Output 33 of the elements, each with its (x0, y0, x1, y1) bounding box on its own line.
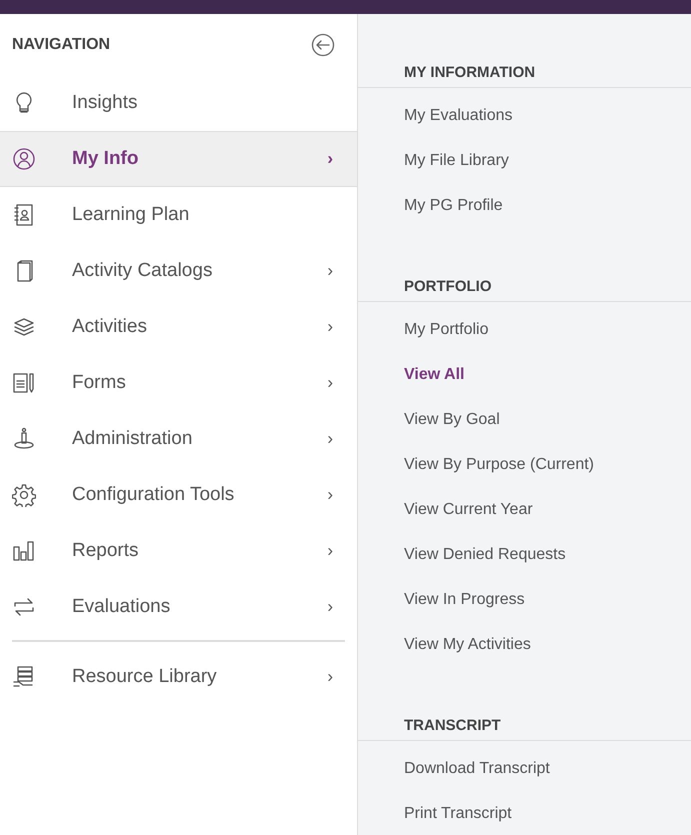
nav-heading: NAVIGATION (12, 34, 110, 54)
menu-link[interactable]: View Current Year (358, 487, 691, 532)
section-heading: PORTFOLIO (358, 272, 691, 302)
menu-link[interactable]: My File Library (358, 138, 691, 183)
chevron-icon: › (327, 370, 333, 396)
menu-link[interactable]: My Evaluations (358, 93, 691, 138)
section-heading: TRANSCRIPT (358, 711, 691, 741)
menu-link[interactable]: Download Transcript (358, 746, 691, 791)
menu-link[interactable]: View In Progress (358, 577, 691, 622)
chevron-icon: › (327, 258, 333, 284)
chevron-icon: › (327, 146, 333, 172)
form-pencil-icon (12, 371, 36, 395)
menu-link[interactable]: View All (358, 352, 691, 397)
menu-link[interactable]: Print Transcript (358, 791, 691, 835)
person-circle-icon (12, 147, 36, 171)
settings-icon (12, 483, 36, 507)
menu-link[interactable]: My PG Profile (358, 183, 691, 228)
menu-link[interactable]: View By Goal (358, 397, 691, 442)
menu-link[interactable]: My Portfolio (358, 307, 691, 352)
bar-chart-icon (12, 539, 36, 563)
collapse-button[interactable] (311, 32, 335, 56)
chevron-icon: › (327, 538, 333, 564)
menu-link[interactable]: View Denied Requests (358, 532, 691, 577)
section-heading: MY INFORMATION (358, 58, 691, 88)
chevron-icon: › (327, 426, 333, 452)
chevron-icon: › (327, 314, 333, 340)
menu-link[interactable]: View My Activities (358, 622, 691, 667)
chevron-icon: › (327, 664, 333, 690)
menu-link[interactable]: View By Purpose (Current) (358, 442, 691, 487)
chevron-icon: › (327, 482, 333, 508)
nav-item[interactable]: My Info › (0, 131, 357, 187)
chevron-icon: › (327, 594, 333, 620)
person-pedestal-icon (12, 427, 36, 451)
